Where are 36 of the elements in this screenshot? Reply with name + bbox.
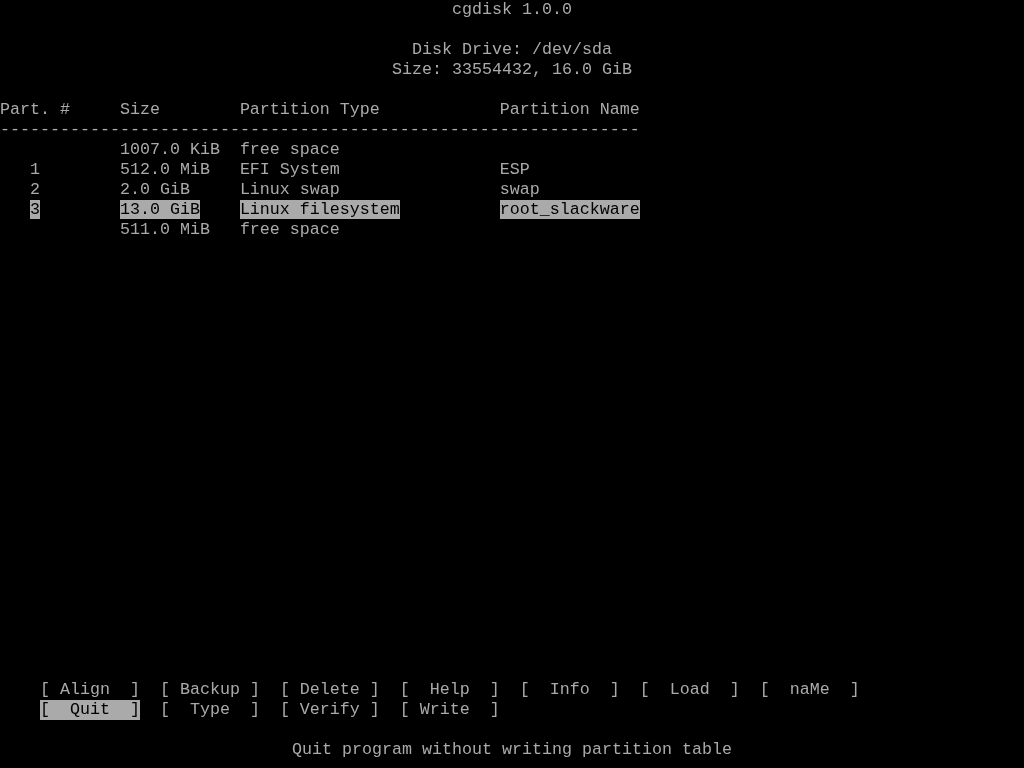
table-cell[interactable]: 511.0 MiB [119,220,210,239]
table-cell[interactable]: 512.0 MiB [119,160,210,179]
partition-number[interactable]: 3 [30,200,40,219]
menu-button[interactable]: [ Backup ] [159,680,260,700]
disk-size-label: Size: 33554432, 16.0 GiB [392,60,632,80]
menu-button[interactable]: [ Verify ] [279,700,380,720]
table-cell[interactable]: root_slackware [499,200,640,219]
column-header: Partition Type [239,100,380,119]
status-message: Quit program without writing partition table [292,740,732,760]
table-cell[interactable]: free space [239,140,340,159]
menu-button[interactable]: [ naMe ] [759,680,860,700]
table-cell[interactable]: 1007.0 KiB [119,140,220,159]
table-cell[interactable]: ESP [499,160,530,179]
partition-number[interactable]: 2 [30,180,40,199]
column-header: Size [119,100,160,119]
partition-number[interactable]: 1 [30,160,40,179]
column-header: Partition Name [499,100,640,119]
menu-button[interactable]: [ Align ] [39,680,140,700]
menu-button[interactable]: [ Load ] [639,680,740,700]
menu-button[interactable]: [ Type ] [159,700,260,720]
table-cell[interactable]: Linux swap [239,180,340,199]
menu-button[interactable]: [ Delete ] [279,680,380,700]
table-cell[interactable]: EFI System [239,160,340,179]
table-cell[interactable]: free space [239,220,340,239]
menu-button[interactable]: [ Info ] [519,680,620,700]
header-separator: ---------------------------------------------------------------- [0,120,640,140]
disk-drive-label: Disk Drive: /dev/sda [412,40,612,60]
table-cell[interactable]: swap [499,180,540,199]
menu-button[interactable]: [ Help ] [399,680,500,700]
column-header: Part. # [0,100,70,119]
table-cell[interactable]: 13.0 GiB [119,200,200,219]
program-title: cgdisk 1.0.0 [452,0,572,20]
table-cell[interactable]: 2.0 GiB [119,180,190,199]
menu-button[interactable]: [ Quit ] [39,700,140,720]
table-cell[interactable]: Linux filesystem [239,200,400,219]
menu-button[interactable]: [ Write ] [399,700,500,720]
